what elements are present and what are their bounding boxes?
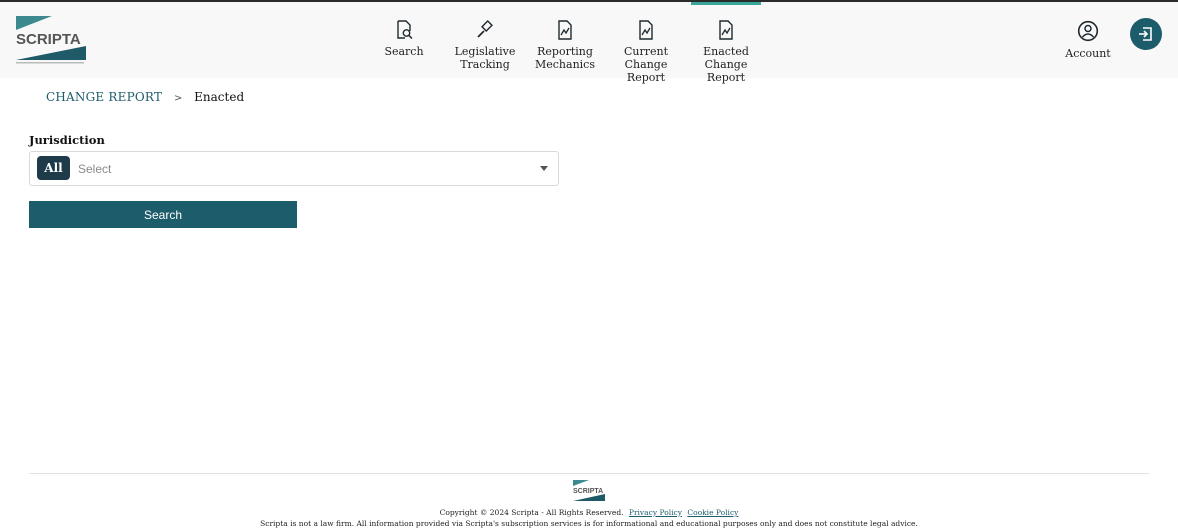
chevron-down-icon[interactable] bbox=[540, 166, 548, 171]
document-chart-icon bbox=[639, 20, 653, 40]
jurisdiction-select[interactable]: All bbox=[29, 151, 559, 186]
breadcrumb-change-report[interactable]: CHANGE REPORT bbox=[46, 90, 162, 104]
file-search-icon bbox=[397, 20, 413, 40]
disclaimer: Scripta is not a law firm. All informati… bbox=[260, 519, 918, 528]
footer-logo-text: SCRIPTA bbox=[573, 488, 603, 495]
cookie-policy-link[interactable]: Cookie Policy bbox=[687, 508, 738, 517]
account-circle-icon bbox=[1077, 20, 1099, 42]
account-label: Account bbox=[1065, 47, 1111, 60]
nav-search[interactable]: Search bbox=[380, 2, 428, 78]
logout-button[interactable] bbox=[1130, 18, 1162, 50]
gavel-icon bbox=[477, 20, 493, 38]
search-button[interactable]: Search bbox=[29, 201, 297, 228]
nav-enacted-change-report-label: Enacted Change Report bbox=[703, 45, 749, 84]
breadcrumb-separator: > bbox=[173, 93, 183, 104]
document-chart-icon bbox=[558, 20, 572, 40]
copyright-text: Copyright © 2024 Scripta - All Rights Re… bbox=[439, 508, 624, 517]
scripta-logo[interactable]: SCRIPTA bbox=[16, 16, 86, 66]
breadcrumb: CHANGE REPORT > Enacted bbox=[46, 90, 244, 104]
jurisdiction-label: Jurisdiction bbox=[29, 133, 105, 147]
jurisdiction-input[interactable] bbox=[76, 158, 520, 180]
all-chip[interactable]: All bbox=[37, 156, 70, 180]
nav-legislative-tracking[interactable]: Legislative Tracking bbox=[452, 2, 518, 78]
nav-enacted-change-report[interactable]: Enacted Change Report bbox=[691, 2, 761, 84]
breadcrumb-current: Enacted bbox=[194, 90, 245, 104]
nav-reporting-mechanics-label: Reporting Mechanics bbox=[535, 45, 595, 71]
nav-reporting-mechanics[interactable]: Reporting Mechanics bbox=[535, 2, 595, 78]
nav-legislative-tracking-label: Legislative Tracking bbox=[454, 45, 516, 71]
document-chart-icon bbox=[719, 20, 733, 40]
nav-current-change-report[interactable]: Current Change Report bbox=[610, 2, 682, 84]
copyright: Copyright © 2024 Scripta - All Rights Re… bbox=[0, 508, 1178, 517]
nav-search-label: Search bbox=[384, 45, 424, 58]
footer-scripta-logo: SCRIPTA bbox=[573, 480, 605, 501]
header: SCRIPTA Search Legislative Tracking Repor… bbox=[0, 2, 1178, 84]
footer-divider bbox=[29, 473, 1149, 474]
account-button[interactable]: Account bbox=[1064, 2, 1112, 78]
svg-text:SCRIPTA: SCRIPTA bbox=[16, 31, 81, 48]
privacy-policy-link[interactable]: Privacy Policy bbox=[629, 508, 682, 517]
nav-current-change-report-label: Current Change Report bbox=[623, 45, 669, 84]
logout-icon bbox=[1139, 27, 1152, 41]
